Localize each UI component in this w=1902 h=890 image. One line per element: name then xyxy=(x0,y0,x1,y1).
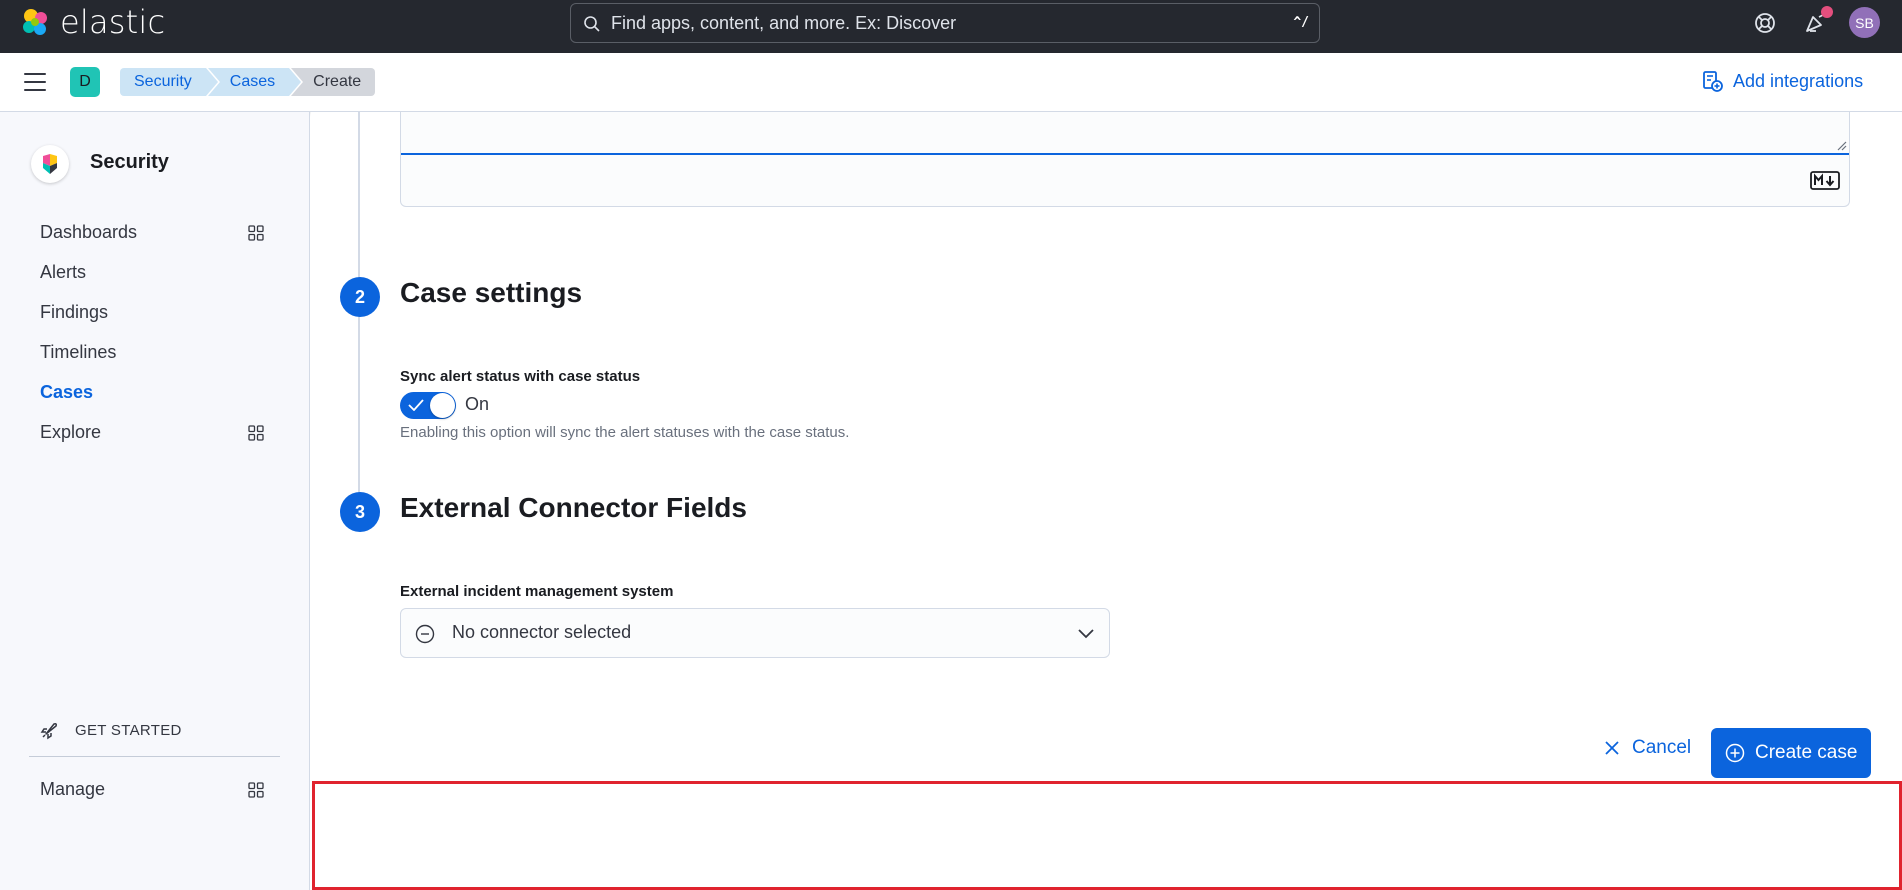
external-connector-title: External Connector Fields xyxy=(400,492,747,523)
add-integration-icon xyxy=(1703,71,1723,92)
sidebar-title: Security xyxy=(90,151,169,173)
plus-in-circle-icon xyxy=(1725,743,1745,763)
sidebar-divider xyxy=(29,756,280,757)
sync-alert-label: Sync alert status with case status xyxy=(400,368,641,385)
connector-select[interactable]: No connector selected xyxy=(400,608,1110,658)
connector-select-value: No connector selected xyxy=(452,622,632,642)
description-textarea[interactable] xyxy=(401,112,1849,155)
description-editor xyxy=(400,112,1850,207)
close-icon xyxy=(1605,741,1619,755)
breadcrumb-cases[interactable]: Cases xyxy=(207,68,302,96)
rocket-icon xyxy=(40,723,57,740)
step-2-badge: 2 xyxy=(340,277,380,317)
breadcrumb-security[interactable]: Security xyxy=(120,68,218,96)
help-icon[interactable] xyxy=(1753,11,1777,35)
create-case-label: Create case xyxy=(1755,742,1858,763)
check-icon xyxy=(408,399,424,411)
step-3-badge: 3 xyxy=(340,492,380,532)
get-started-link[interactable]: GET STARTED xyxy=(40,720,182,740)
sidebar-item-dashboards[interactable]: Dashboards xyxy=(40,222,137,243)
toggle-knob xyxy=(430,393,455,418)
sidebar-item-findings[interactable]: Findings xyxy=(40,302,108,323)
search-input[interactable] xyxy=(611,4,1251,42)
menu-toggle-icon[interactable] xyxy=(24,73,46,91)
user-avatar[interactable]: SB xyxy=(1849,7,1880,38)
minus-in-circle-icon xyxy=(415,624,435,644)
add-integrations-link[interactable]: Add integrations xyxy=(1701,70,1863,92)
breadcrumb-create: Create xyxy=(291,68,376,96)
top-header: elastic ^/ SB xyxy=(0,0,1902,53)
create-case-button[interactable]: Create case xyxy=(1711,728,1871,778)
sync-help-text: Enabling this option will sync the alert… xyxy=(400,424,850,441)
search-shortcut: ^/ xyxy=(1293,15,1309,30)
add-integrations-label: Add integrations xyxy=(1733,70,1864,91)
breadcrumb: Security Cases Create xyxy=(120,68,377,96)
sidebar-item-alerts[interactable]: Alerts xyxy=(40,262,86,283)
markdown-icon xyxy=(1810,171,1840,190)
elastic-logo-icon[interactable] xyxy=(19,6,51,38)
sidebar: Security Dashboards Alerts Findings Time… xyxy=(0,112,310,890)
breadcrumb-bar: D Security Cases Create Add integrations xyxy=(0,53,1902,112)
cancel-button[interactable]: Cancel xyxy=(1604,737,1691,759)
chevron-down-icon xyxy=(1078,629,1094,639)
sidebar-item-explore[interactable]: Explore xyxy=(40,422,101,443)
security-logo-icon xyxy=(31,145,69,183)
get-started-label: GET STARTED xyxy=(75,721,182,739)
global-search[interactable]: ^/ xyxy=(570,3,1320,43)
space-avatar[interactable]: D xyxy=(70,67,100,97)
sidebar-item-cases[interactable]: Cases xyxy=(40,382,93,403)
grid-icon[interactable] xyxy=(248,225,264,241)
toggle-state-label: On xyxy=(465,394,490,414)
case-settings-title: Case settings xyxy=(400,277,583,308)
sidebar-item-timelines[interactable]: Timelines xyxy=(40,342,116,363)
resize-handle-icon[interactable] xyxy=(1837,141,1847,151)
brand-name[interactable]: elastic xyxy=(60,6,165,38)
connector-label: External incident management system xyxy=(400,583,674,600)
search-icon xyxy=(584,16,600,32)
grid-icon[interactable] xyxy=(248,425,264,441)
notification-dot xyxy=(1821,6,1833,18)
sync-alert-toggle[interactable] xyxy=(400,392,456,419)
highlight-box xyxy=(312,781,1902,890)
cancel-label: Cancel xyxy=(1632,737,1692,758)
sidebar-item-manage[interactable]: Manage xyxy=(40,779,105,800)
grid-icon[interactable] xyxy=(248,782,264,798)
